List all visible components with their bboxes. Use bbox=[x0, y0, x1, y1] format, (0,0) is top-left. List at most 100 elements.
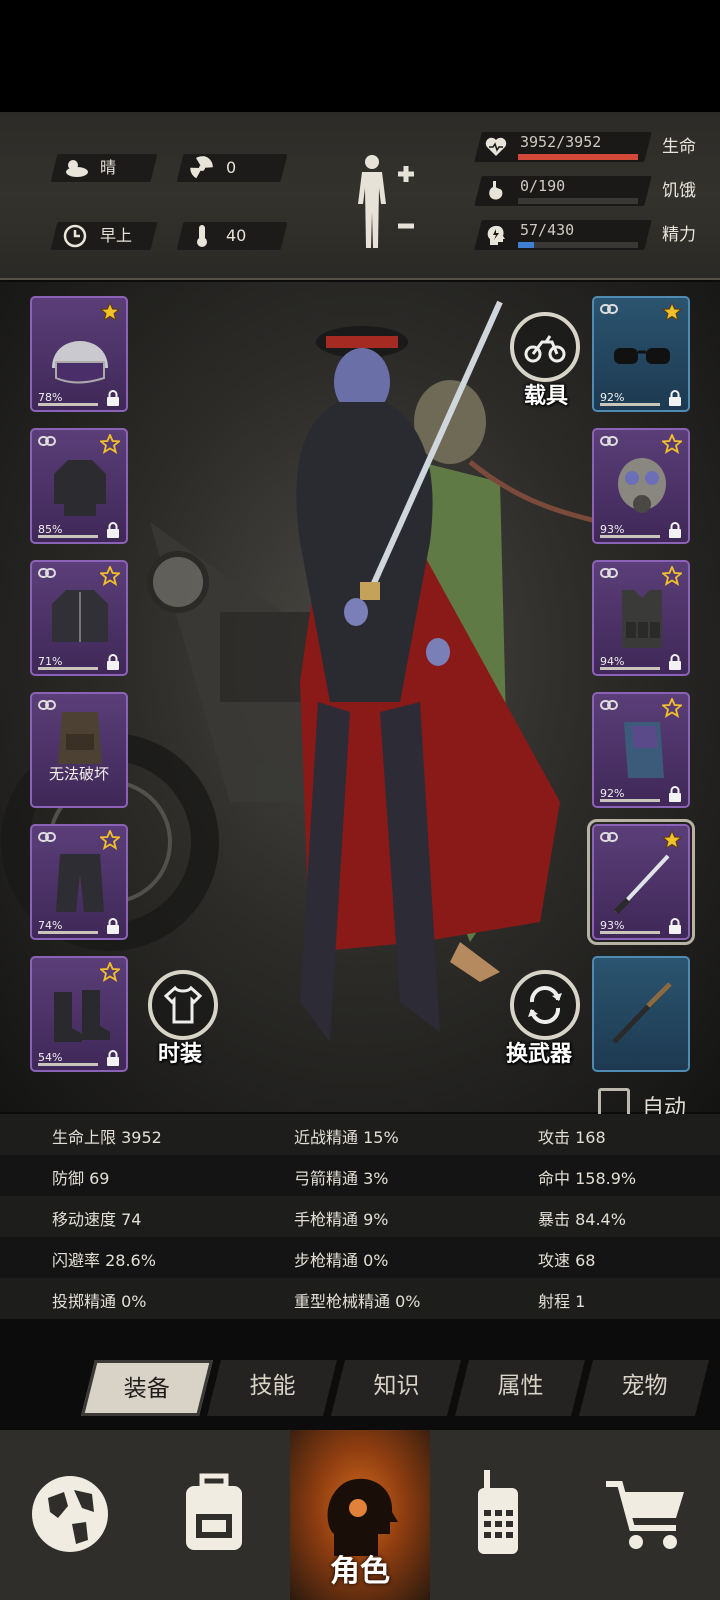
heart-icon bbox=[485, 137, 507, 156]
mask-slot[interactable]: 93% bbox=[592, 428, 690, 544]
weather-chip: 晴 bbox=[50, 154, 158, 182]
nav-character[interactable]: 角色 bbox=[290, 1430, 430, 1600]
glasses-slot[interactable]: 92% bbox=[592, 296, 690, 412]
fashion-button[interactable] bbox=[148, 970, 218, 1040]
durability-bar bbox=[38, 931, 98, 934]
indestructible-label: 无法破坏 bbox=[48, 765, 109, 783]
stat-cell: 移动速度 74 bbox=[52, 1210, 142, 1229]
durability-bar bbox=[600, 403, 660, 406]
secondary-weapon-slot[interactable] bbox=[592, 956, 690, 1072]
temperature-value: 40 bbox=[226, 226, 247, 245]
tab-attributes[interactable]: 属性 bbox=[453, 1360, 585, 1416]
sunglasses-icon bbox=[614, 348, 670, 364]
link-icon bbox=[38, 832, 56, 842]
police-helmet-icon bbox=[52, 341, 108, 384]
tab-bar: 装备 技能 知识 属性 宠物 bbox=[78, 1360, 709, 1416]
switch-weapon-button[interactable] bbox=[510, 970, 580, 1040]
durability-bar bbox=[38, 667, 98, 670]
durability-bar bbox=[600, 799, 660, 802]
energy-value: 57/430 bbox=[520, 221, 575, 239]
tab-equipment[interactable]: 装备 bbox=[81, 1360, 213, 1416]
energy-bar: 57/430 bbox=[474, 220, 652, 250]
health-value: 3952/3952 bbox=[520, 133, 602, 151]
energy-label: 精力 bbox=[662, 225, 696, 245]
world-map-icon bbox=[32, 1476, 108, 1552]
pants-icon bbox=[56, 854, 104, 912]
stat-cell: 射程 1 bbox=[538, 1292, 586, 1311]
bottom-nav: 角色 bbox=[0, 1430, 720, 1600]
tab-skills[interactable]: 技能 bbox=[205, 1360, 337, 1416]
star-outline-icon bbox=[100, 962, 120, 982]
boots-slot[interactable]: 54% bbox=[30, 956, 128, 1072]
star-outline-icon bbox=[662, 566, 682, 586]
swap-arrows-icon bbox=[528, 986, 562, 1024]
lock-icon bbox=[669, 918, 681, 934]
health-fill bbox=[518, 154, 638, 160]
weapon-slot[interactable]: 93% bbox=[587, 819, 695, 945]
durability-bar bbox=[600, 535, 660, 538]
vehicle-button[interactable] bbox=[510, 312, 580, 382]
stat-cell: 暴击 84.4% bbox=[538, 1210, 626, 1229]
durability-bar bbox=[38, 535, 98, 538]
switch-weapon-label: 换武器 bbox=[506, 1042, 573, 1067]
tab-label: 知识 bbox=[373, 1373, 420, 1399]
stats-row: 移动速度 74 手枪精通 9% 暴击 84.4% bbox=[0, 1196, 720, 1237]
vest-slot[interactable]: 94% bbox=[592, 560, 690, 676]
shirt-slot[interactable]: 85% bbox=[30, 428, 128, 544]
backpack-icon bbox=[58, 712, 102, 764]
backpack-icon bbox=[186, 1473, 242, 1550]
tab-pets[interactable]: 宠物 bbox=[577, 1360, 709, 1416]
stomach-icon bbox=[489, 181, 503, 200]
durability-bar bbox=[600, 931, 660, 934]
weather-value: 晴 bbox=[100, 158, 117, 177]
hunger-value: 0/190 bbox=[520, 177, 566, 195]
character-icon bbox=[327, 1478, 398, 1556]
star-outline-icon bbox=[662, 434, 682, 454]
walkie-talkie-icon bbox=[478, 1470, 518, 1554]
stat-cell: 近战精通 15% bbox=[294, 1128, 399, 1147]
time-value: 早上 bbox=[100, 226, 133, 245]
gloves-slot[interactable]: 92% bbox=[592, 692, 690, 808]
stats-row: 生命上限 3952 近战精通 15% 攻击 168 bbox=[0, 1114, 720, 1155]
lock-icon bbox=[669, 786, 681, 802]
tab-label: 装备 bbox=[123, 1376, 170, 1402]
star-outline-icon bbox=[100, 830, 120, 850]
tab-knowledge[interactable]: 知识 bbox=[329, 1360, 461, 1416]
lock-icon bbox=[107, 1050, 119, 1066]
stat-cell: 步枪精通 0% bbox=[294, 1251, 389, 1270]
gas-mask-icon bbox=[618, 458, 666, 513]
nav-backpack[interactable] bbox=[144, 1430, 284, 1600]
tab-label: 属性 bbox=[497, 1373, 544, 1399]
star-outline-icon bbox=[100, 566, 120, 586]
hunger-bar: 0/190 bbox=[474, 176, 652, 206]
pants-slot[interactable]: 74% bbox=[30, 824, 128, 940]
nav-shop[interactable] bbox=[576, 1430, 716, 1600]
stats-row: 闪避率 28.6% 步枪精通 0% 攻速 68 bbox=[0, 1237, 720, 1278]
link-icon bbox=[600, 304, 618, 314]
stat-cell: 重型枪械精通 0% bbox=[294, 1292, 421, 1311]
katana-icon bbox=[613, 854, 670, 915]
hunger-label: 饥饿 bbox=[662, 181, 696, 201]
body-status-button[interactable] bbox=[350, 152, 420, 252]
tab-label: 宠物 bbox=[621, 1373, 668, 1399]
knife-icon bbox=[612, 982, 672, 1044]
link-icon bbox=[38, 436, 56, 446]
stat-cell: 闪避率 28.6% bbox=[52, 1251, 156, 1270]
radiation-value: 0 bbox=[226, 158, 237, 177]
tshirt-icon bbox=[163, 985, 203, 1024]
star-icon bbox=[662, 830, 682, 850]
fashion-label: 时装 bbox=[158, 1042, 203, 1067]
backpack-slot[interactable]: 无法破坏 bbox=[30, 692, 128, 808]
lock-icon bbox=[107, 522, 119, 538]
helmet-slot[interactable]: 78% bbox=[30, 296, 128, 412]
stat-cell: 攻速 68 bbox=[538, 1251, 596, 1270]
radiation-chip: 0 bbox=[176, 154, 288, 182]
tactical-vest-icon bbox=[622, 590, 662, 648]
star-icon bbox=[662, 302, 682, 322]
durability-bar bbox=[38, 403, 98, 406]
lock-icon bbox=[669, 654, 681, 670]
nav-world-map[interactable] bbox=[0, 1430, 140, 1600]
hud-panel: 晴 0 早上 40 3952/3952 生命 0/190 饥饿 57/430 精… bbox=[0, 112, 720, 280]
nav-radio[interactable] bbox=[428, 1430, 568, 1600]
jacket-slot[interactable]: 71% bbox=[30, 560, 128, 676]
